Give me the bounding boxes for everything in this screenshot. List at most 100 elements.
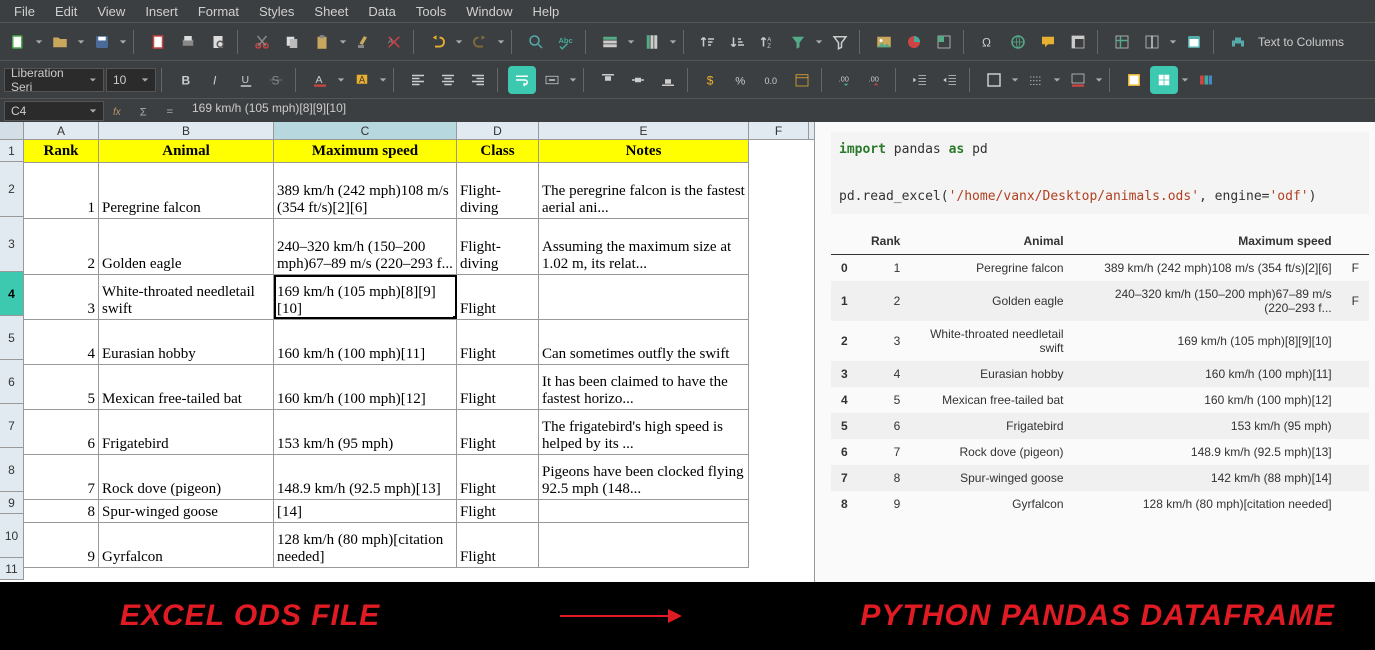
- cell[interactable]: Flight-diving: [457, 163, 539, 218]
- hyperlink-icon[interactable]: [1004, 28, 1032, 56]
- valign-top-icon[interactable]: [594, 66, 622, 94]
- col-header-E[interactable]: E: [539, 122, 749, 139]
- add-decimal-icon[interactable]: .00: [832, 66, 860, 94]
- pivot-icon[interactable]: [930, 28, 958, 56]
- image-icon[interactable]: [870, 28, 898, 56]
- menu-view[interactable]: View: [87, 4, 135, 19]
- cell[interactable]: 6: [24, 410, 99, 454]
- cell[interactable]: The frigatebird's high speed is helped b…: [539, 410, 749, 454]
- formula-input[interactable]: 169 km/h (105 mph)[8][9][10]: [186, 101, 1371, 121]
- autofilter-icon[interactable]: [826, 28, 854, 56]
- font-color-icon[interactable]: A: [306, 66, 334, 94]
- col-icon[interactable]: [638, 28, 666, 56]
- menu-window[interactable]: Window: [456, 4, 522, 19]
- dropdown-icon[interactable]: [626, 38, 636, 46]
- cell[interactable]: 160 km/h (100 mph)[11]: [274, 320, 457, 364]
- dropdown-icon[interactable]: [1168, 38, 1178, 46]
- print-preview-icon[interactable]: [204, 28, 232, 56]
- cell[interactable]: 3: [24, 275, 99, 319]
- number-icon[interactable]: 0.0: [758, 66, 786, 94]
- conditional-icon[interactable]: [1150, 66, 1178, 94]
- col-header-D[interactable]: D: [457, 122, 539, 139]
- cell[interactable]: Flight: [457, 365, 539, 409]
- sort-asc-icon[interactable]: [694, 28, 722, 56]
- menu-format[interactable]: Format: [188, 4, 249, 19]
- indent-dec-icon[interactable]: [906, 66, 934, 94]
- open-icon[interactable]: [46, 28, 74, 56]
- dropdown-icon[interactable]: [668, 38, 678, 46]
- font-size-combo[interactable]: 10: [106, 68, 156, 92]
- row-header[interactable]: 11: [0, 558, 24, 580]
- cut-icon[interactable]: [248, 28, 276, 56]
- cell[interactable]: Gyrfalcon: [99, 523, 274, 567]
- border-style-icon[interactable]: [1022, 66, 1050, 94]
- cell[interactable]: Pigeons have been clocked flying 92.5 mp…: [539, 455, 749, 499]
- dropdown-icon[interactable]: [1094, 76, 1104, 84]
- cell[interactable]: The peregrine falcon is the fastest aeri…: [539, 163, 749, 218]
- cell[interactable]: 160 km/h (100 mph)[12]: [274, 365, 457, 409]
- cell[interactable]: 4: [24, 320, 99, 364]
- borders-icon[interactable]: [980, 66, 1008, 94]
- headers-icon[interactable]: [1064, 28, 1092, 56]
- cell[interactable]: Mexican free-tailed bat: [99, 365, 274, 409]
- split-icon[interactable]: [1138, 28, 1166, 56]
- pdf-icon[interactable]: [144, 28, 172, 56]
- dropdown-icon[interactable]: [76, 38, 86, 46]
- dropdown-icon[interactable]: [814, 38, 824, 46]
- row-header-6[interactable]: 6: [0, 360, 24, 404]
- menu-help[interactable]: Help: [522, 4, 569, 19]
- percent-icon[interactable]: %: [728, 66, 756, 94]
- sort-desc-icon[interactable]: [724, 28, 752, 56]
- cell[interactable]: Spur-winged goose: [99, 500, 274, 522]
- cell[interactable]: 153 km/h (95 mph): [274, 410, 457, 454]
- text-to-columns-label[interactable]: Text to Columns: [1258, 35, 1344, 49]
- comment-icon[interactable]: [1034, 28, 1062, 56]
- row-header-1[interactable]: 1: [0, 140, 24, 162]
- cell[interactable]: Flight: [457, 523, 539, 567]
- redo-icon[interactable]: [466, 28, 494, 56]
- cell[interactable]: 1: [24, 163, 99, 218]
- font-name-combo[interactable]: Liberation Seri: [4, 68, 104, 92]
- row-icon[interactable]: [596, 28, 624, 56]
- sum-icon[interactable]: Σ: [134, 101, 156, 121]
- dropdown-icon[interactable]: [378, 76, 388, 84]
- menu-edit[interactable]: Edit: [45, 4, 87, 19]
- valign-mid-icon[interactable]: [624, 66, 652, 94]
- cell[interactable]: Flight: [457, 275, 539, 319]
- autoformat-icon[interactable]: [1120, 66, 1148, 94]
- equals-icon[interactable]: =: [160, 101, 182, 121]
- cell[interactable]: Eurasian hobby: [99, 320, 274, 364]
- clear-format-icon[interactable]: A: [380, 28, 408, 56]
- cell[interactable]: [539, 275, 749, 319]
- dropdown-icon[interactable]: [454, 38, 464, 46]
- cell[interactable]: 7: [24, 455, 99, 499]
- copy-icon[interactable]: [278, 28, 306, 56]
- cell[interactable]: Can sometimes outfly the swift: [539, 320, 749, 364]
- cell[interactable]: It has been claimed to have the fastest …: [539, 365, 749, 409]
- paste-icon[interactable]: [308, 28, 336, 56]
- header-cell[interactable]: Rank: [24, 140, 99, 162]
- cells-area[interactable]: RankAnimalMaximum speedClassNotes1Peregr…: [24, 140, 749, 580]
- undo-icon[interactable]: [424, 28, 452, 56]
- cell[interactable]: 240–320 km/h (150–200 mph)67–89 m/s (220…: [274, 219, 457, 274]
- border-color-icon[interactable]: [1064, 66, 1092, 94]
- cell[interactable]: 9: [24, 523, 99, 567]
- align-right-icon[interactable]: [464, 66, 492, 94]
- underline-icon[interactable]: U: [232, 66, 260, 94]
- row-header-7[interactable]: 7: [0, 404, 24, 448]
- extensions-icon[interactable]: [1224, 28, 1252, 56]
- dropdown-icon[interactable]: [338, 38, 348, 46]
- row-header-4[interactable]: 4: [0, 272, 24, 316]
- window-icon[interactable]: [1180, 28, 1208, 56]
- cell[interactable]: Assuming the maximum size at 1.02 m, its…: [539, 219, 749, 274]
- cell[interactable]: Flight: [457, 455, 539, 499]
- menu-styles[interactable]: Styles: [249, 4, 304, 19]
- cell[interactable]: 128 km/h (80 mph)[citation needed]: [274, 523, 457, 567]
- cell[interactable]: 5: [24, 365, 99, 409]
- cell[interactable]: 389 km/h (242 mph)108 m/s (354 ft/s)[2][…: [274, 163, 457, 218]
- valign-bot-icon[interactable]: [654, 66, 682, 94]
- dropdown-icon[interactable]: [1010, 76, 1020, 84]
- wrap-icon[interactable]: [508, 66, 536, 94]
- cell[interactable]: [539, 523, 749, 567]
- row-header-10[interactable]: 10: [0, 514, 24, 558]
